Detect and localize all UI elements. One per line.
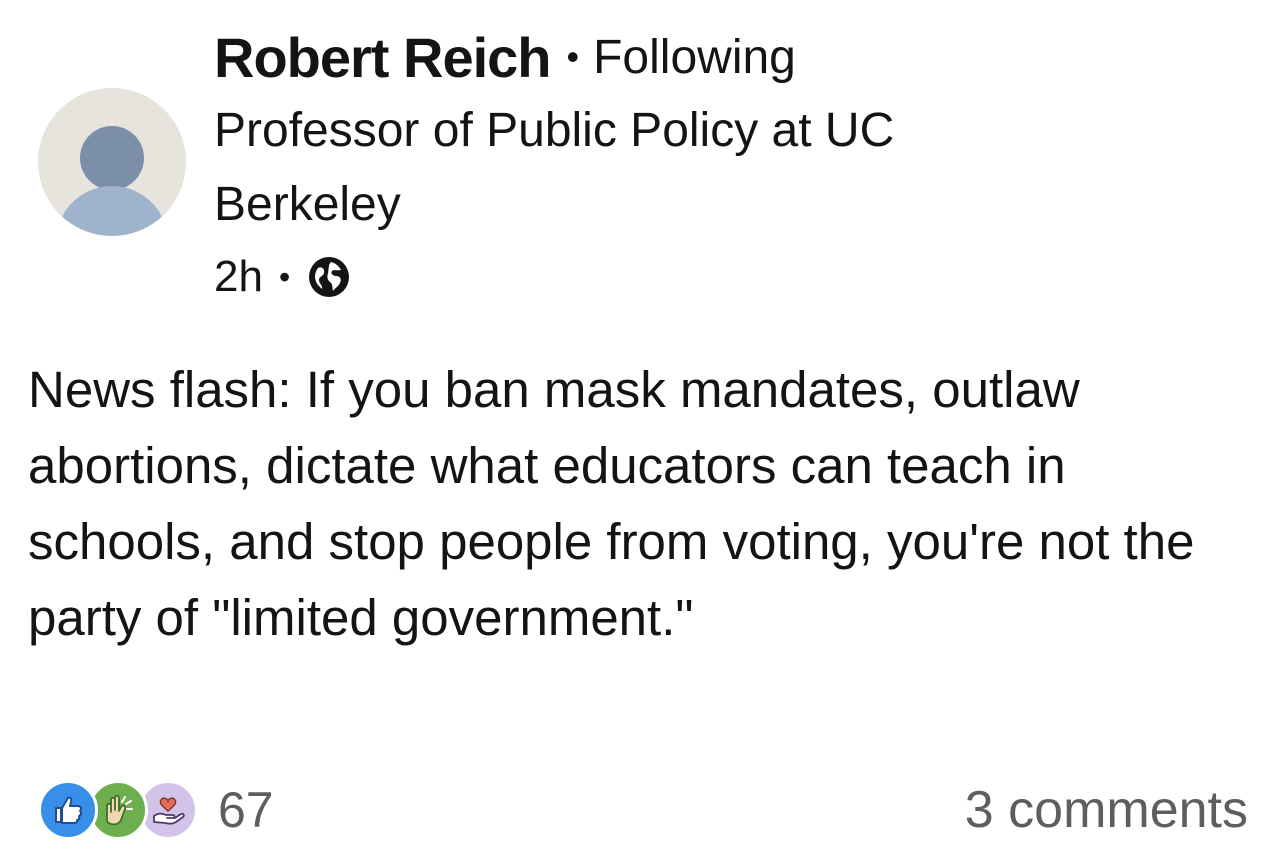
like-icon bbox=[38, 780, 98, 840]
avatar-body-shape bbox=[56, 186, 168, 236]
globe-icon bbox=[306, 254, 352, 300]
post-header: Robert Reich • Following Professor of Pu… bbox=[214, 20, 1214, 310]
separator-dot: • bbox=[278, 258, 291, 295]
comments-count-link[interactable]: 3 comments bbox=[965, 780, 1248, 840]
avatar-head-shape bbox=[80, 126, 144, 190]
author-name-row: Robert Reich • Following bbox=[214, 20, 1214, 94]
reactions-summary[interactable]: 67 bbox=[38, 780, 274, 840]
author-headline: Professor of Public Policy at UC Berkele… bbox=[214, 104, 895, 231]
post-meta: 2h • bbox=[214, 244, 1214, 310]
post-timestamp[interactable]: 2h bbox=[214, 252, 263, 302]
separator-dot: • bbox=[566, 36, 580, 77]
author-avatar[interactable] bbox=[38, 88, 186, 236]
follow-status[interactable]: Following bbox=[593, 30, 796, 85]
feed-post: Robert Reich • Following Professor of Pu… bbox=[0, 0, 1284, 868]
reaction-count[interactable]: 67 bbox=[218, 781, 274, 839]
post-body-text: News flash: If you ban mask mandates, ou… bbox=[28, 361, 1195, 646]
author-name[interactable]: Robert Reich bbox=[214, 25, 551, 90]
social-counts-bar: 67 3 comments bbox=[38, 772, 1248, 848]
